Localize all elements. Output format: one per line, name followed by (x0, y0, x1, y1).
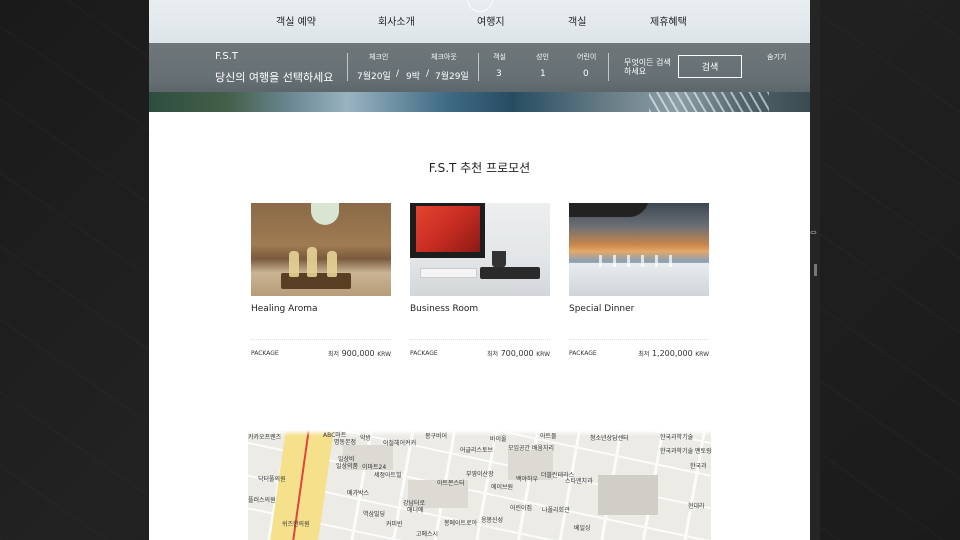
date-separator: / (426, 69, 430, 79)
map-label: 어글리스토브 (460, 447, 494, 454)
nav-item-partner-benefits[interactable]: 제휴혜택 (650, 13, 687, 28)
checkout-value[interactable]: 7월29일 (435, 69, 469, 82)
nights-value[interactable]: 9박 (406, 69, 420, 82)
map-label: 애니에 (407, 507, 424, 514)
map-label: 스타엔치과 (565, 478, 593, 485)
location-map[interactable]: 카카오프렌즈 ABC마트 명동본점 약방 이철헤어커커 봉구비어 바이올 아트몰… (248, 430, 711, 540)
card-title[interactable]: Special Dinner (569, 304, 634, 314)
map-label: 응봉신성 (481, 517, 504, 524)
date-separator: / (396, 69, 400, 79)
map-label: 쉬즈한의원 (282, 521, 310, 528)
map-label: 아트몰 (540, 433, 557, 440)
top-nav: 객실 예약 회사소개 여행지 객실 제휴혜택 (149, 0, 810, 42)
price-prefix: 최저 (638, 351, 650, 358)
promo-section-title: F.S.T 추천 프로모션 (428, 161, 531, 175)
map-label: 한국과학기술 멘토링센터 (660, 448, 711, 455)
card-package-label: PACKAGE (251, 350, 279, 357)
map-label: 카카오프렌즈 (248, 434, 282, 441)
nav-item-about[interactable]: 회사소개 (378, 13, 415, 28)
card-divider (251, 339, 391, 340)
map-label: 메가박스 (347, 490, 370, 497)
promo-card-healing-aroma[interactable]: Healing Aroma PACKAGE 최저 900,000 KRW (251, 203, 391, 358)
map-label: 일상의품 (336, 463, 359, 470)
search-button[interactable]: 검색 (678, 55, 742, 78)
hero-scenery (149, 92, 810, 112)
scrollbar-thumb[interactable] (814, 264, 817, 276)
business-room-image[interactable] (410, 203, 550, 296)
divider (608, 53, 609, 81)
card-divider (569, 339, 709, 340)
card-package-label: PACKAGE (410, 350, 438, 357)
booking-brand: F.S.T (215, 51, 238, 62)
map-label: 이철헤어커커 (383, 440, 417, 447)
children-label: 어린이 (577, 53, 597, 61)
checkout-label: 체크아웃 (431, 53, 457, 61)
map-label: 한국과학기술 (660, 434, 694, 441)
map-label: 나폴리회관 (542, 507, 570, 514)
map-label: 아트몬스터 (437, 480, 465, 487)
map-label: 명동본점 (334, 439, 357, 446)
map-label: 봉구비어 (425, 433, 448, 440)
map-label: 플러스의원 (248, 497, 276, 504)
map-label: 에이브원 (491, 484, 514, 491)
card-divider (410, 339, 550, 340)
map-label: 고메스시 (416, 531, 439, 538)
map-label: 베일싱 (574, 525, 591, 532)
checkin-label: 체크인 (369, 53, 389, 61)
map-label: 닥터풀의원 (258, 476, 286, 483)
price-currency: KRW (377, 351, 391, 358)
divider (347, 53, 348, 81)
divider (478, 53, 479, 81)
map-label: 부영이산장 (466, 471, 494, 478)
map-label: 봉메이트로아 (444, 520, 478, 527)
checkin-value[interactable]: 7월20일 (357, 69, 391, 82)
promo-card-special-dinner[interactable]: Special Dinner PACKAGE 최저 1,200,000 KRW (569, 203, 709, 358)
card-price: 최저 700,000 KRW (487, 349, 550, 358)
rooms-label: 객실 (493, 53, 506, 61)
web-page: 객실 예약 회사소개 여행지 객실 제휴혜택 F.S.T 당신의 여행을 선택하… (149, 0, 810, 540)
map-block (598, 475, 658, 515)
nav-item-room-booking[interactable]: 객실 예약 (276, 13, 316, 28)
map-label: 약방 (360, 435, 372, 442)
nav-item-rooms[interactable]: 객실 (568, 13, 586, 28)
map-label: 바이올 (490, 436, 507, 443)
adults-value[interactable]: 1 (540, 69, 546, 79)
map-label: 백야하우 (516, 476, 539, 483)
card-price: 최저 1,200,000 KRW (638, 349, 709, 358)
card-price: 최저 900,000 KRW (328, 349, 391, 358)
booking-tagline: 당신의 여행을 선택하세요 (215, 71, 334, 84)
map-label: 커피빈 (386, 521, 403, 528)
map-label: 모임공간 배움자리 (508, 445, 555, 452)
card-package-label: PACKAGE (569, 350, 597, 357)
search-hint[interactable]: 무엇이든 검색하세요 (624, 58, 674, 76)
map-label: 청소년상담센터 (590, 435, 629, 442)
special-dinner-image[interactable] (569, 203, 709, 296)
rooms-value[interactable]: 3 (496, 69, 502, 79)
map-label: 어린이집 (510, 505, 533, 512)
nav-item-destinations[interactable]: 여행지 (477, 13, 505, 28)
logo-circle-icon[interactable] (467, 0, 493, 12)
children-value[interactable]: 0 (583, 69, 589, 79)
adults-label: 성인 (536, 53, 549, 61)
card-title[interactable]: Business Room (410, 304, 478, 314)
resize-handle-icon[interactable]: ⇔ (810, 228, 817, 237)
price-prefix: 최저 (486, 351, 499, 358)
hide-link[interactable]: 숨기기 (767, 52, 786, 62)
booking-bar: F.S.T 당신의 여행을 선택하세요 체크인 체크아웃 7월20일 / 9박 … (149, 43, 810, 92)
hero-banner: 객실 예약 회사소개 여행지 객실 제휴혜택 F.S.T 당신의 여행을 선택하… (149, 0, 810, 112)
map-label: 현대라 (688, 503, 705, 510)
card-title[interactable]: Healing Aroma (251, 304, 318, 314)
map-label: 세정아트빌 (374, 472, 402, 479)
healing-aroma-image[interactable] (251, 203, 391, 296)
map-label: 한국과 (690, 463, 707, 470)
price-value: 1,200,000 (651, 349, 693, 358)
price-currency: KRW (536, 351, 550, 358)
promo-card-business-room[interactable]: Business Room PACKAGE 최저 700,000 KRW (410, 203, 550, 358)
map-top-fade (248, 430, 711, 436)
map-label: 역삼빌딩 (363, 511, 386, 518)
price-prefix: 최저 (327, 351, 340, 358)
price-currency: KRW (695, 351, 709, 358)
price-value: 700,000 (500, 349, 534, 358)
price-value: 900,000 (341, 349, 375, 358)
